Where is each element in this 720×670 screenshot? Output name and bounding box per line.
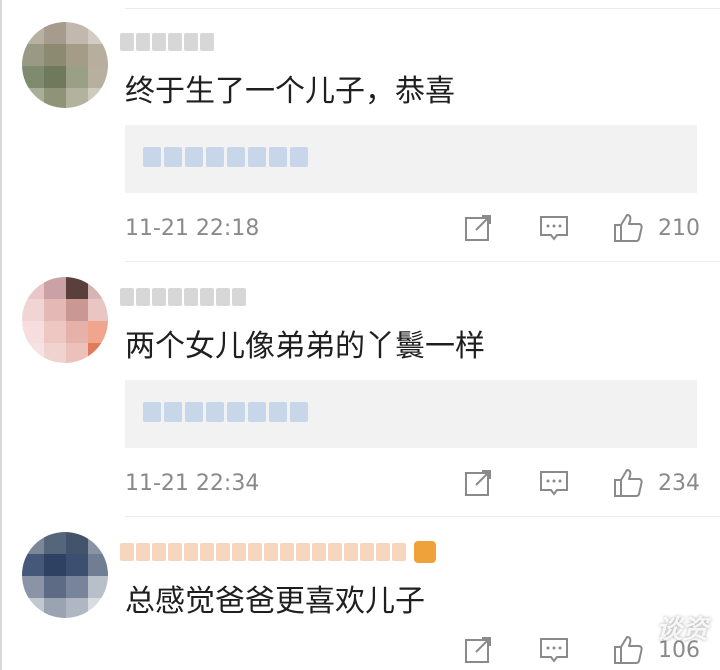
comment-meta-row: 11-21 22:34 234 xyxy=(0,463,720,503)
like-count: 210 xyxy=(658,216,700,241)
username-blurred[interactable] xyxy=(120,540,436,564)
reply-icon[interactable] xyxy=(538,212,570,244)
quoted-reply-box[interactable] xyxy=(125,380,697,448)
quoted-reply-blurred xyxy=(143,402,308,422)
reply-icon[interactable] xyxy=(538,634,570,666)
thumbs-up-icon[interactable] xyxy=(612,212,644,244)
watermark: 谈资 xyxy=(655,615,708,645)
like-count: 234 xyxy=(658,471,700,496)
avatar[interactable] xyxy=(22,532,108,618)
comment-item-1: 终于生了一个儿子，恭喜 11-21 22:18 210 xyxy=(0,0,720,255)
quoted-reply-box[interactable] xyxy=(125,125,697,193)
comment-timestamp: 11-21 22:18 xyxy=(125,216,260,241)
username-blurred[interactable] xyxy=(120,285,246,309)
share-icon[interactable] xyxy=(462,634,494,666)
comment-meta-row: 11-21 22:18 210 xyxy=(0,208,720,248)
avatar[interactable] xyxy=(22,277,108,363)
thumbs-up-icon[interactable] xyxy=(612,467,644,499)
username-blurred[interactable] xyxy=(120,30,214,54)
comment-item-3: 总感觉爸爸更喜欢儿子 106 xyxy=(0,510,720,670)
comment-divider xyxy=(125,8,720,9)
avatar[interactable] xyxy=(22,22,108,108)
share-icon[interactable] xyxy=(462,467,494,499)
comment-item-2: 两个女儿像弟弟的丫鬟一样 11-21 22:34 234 xyxy=(0,255,720,510)
comment-text: 终于生了一个儿子，恭喜 xyxy=(125,74,455,109)
thumbs-up-icon[interactable] xyxy=(612,634,644,666)
share-icon[interactable] xyxy=(462,212,494,244)
comment-text: 总感觉爸爸更喜欢儿子 xyxy=(125,584,425,619)
comment-text: 两个女儿像弟弟的丫鬟一样 xyxy=(125,329,485,364)
comment-meta-row: 106 xyxy=(0,630,720,670)
reply-icon[interactable] xyxy=(538,467,570,499)
user-badge-icon xyxy=(414,541,436,563)
quoted-reply-blurred xyxy=(143,147,308,167)
comment-divider xyxy=(125,516,720,517)
comment-timestamp: 11-21 22:34 xyxy=(125,471,260,496)
comment-divider xyxy=(125,261,720,262)
